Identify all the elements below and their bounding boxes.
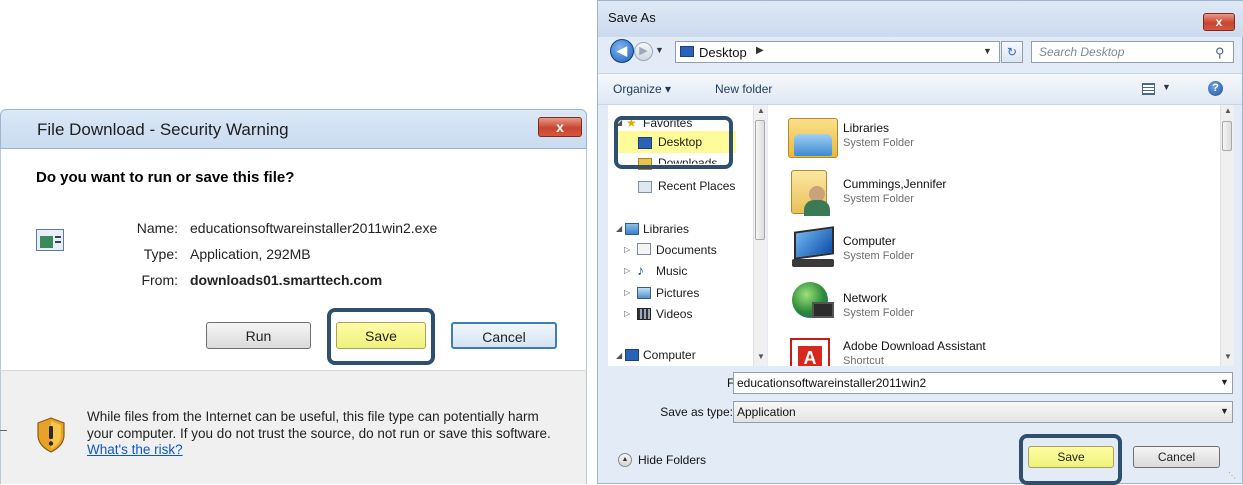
expand-arrow-icon[interactable]: ▷ (624, 245, 630, 254)
sidebar-item-pictures[interactable]: Pictures (656, 286, 699, 300)
list-item-name[interactable]: Computer (843, 234, 896, 248)
recent-locations-dropdown[interactable]: ▼ (655, 45, 664, 55)
warning-text-block: While files from the Internet can be use… (87, 409, 567, 459)
documents-icon (637, 243, 651, 255)
dialog-title: File Download - Security Warning (37, 120, 289, 139)
chevron-down-icon[interactable]: ▼ (983, 46, 992, 56)
save-button[interactable]: Save (1028, 446, 1114, 468)
security-warning-shield-icon (37, 417, 65, 453)
computer-icon (625, 349, 639, 361)
file-download-dialog: File Download - Security Warning x Do yo… (0, 109, 587, 484)
sidebar-item-documents[interactable]: Documents (656, 243, 717, 257)
collapse-arrow-icon[interactable]: ◢ (616, 224, 622, 233)
search-input[interactable]: Search Desktop ⚲ (1031, 41, 1234, 63)
title-bar: File Download - Security Warning x (0, 109, 587, 149)
title-bar: Save As x (598, 1, 1243, 37)
dialog-question: Do you want to run or save this file? (36, 169, 295, 186)
list-item-name[interactable]: Cummings,Jennifer (843, 177, 946, 191)
list-item-name[interactable]: Adobe Download Assistant (843, 339, 986, 353)
save-as-type-select[interactable]: Application (733, 401, 1233, 423)
scroll-down-icon[interactable]: ▼ (1224, 352, 1232, 361)
scrollbar-thumb[interactable] (755, 120, 765, 240)
back-button[interactable]: ◀ (610, 39, 634, 63)
sidebar-item-music[interactable]: Music (656, 264, 687, 278)
chevron-down-icon[interactable]: ▼ (1162, 82, 1171, 92)
videos-icon (637, 308, 651, 320)
scroll-up-icon[interactable]: ▲ (757, 106, 765, 115)
list-item-type: System Folder (843, 193, 914, 205)
address-breadcrumb[interactable]: Desktop (699, 45, 747, 60)
scroll-down-icon[interactable]: ▼ (757, 352, 765, 361)
cancel-button[interactable]: Cancel (1133, 446, 1220, 468)
file-name-input[interactable]: educationsoftwareinstaller2011win2 (733, 372, 1233, 394)
search-placeholder: Search Desktop (1039, 45, 1125, 59)
sidebar-item-libraries[interactable]: Libraries (643, 222, 689, 236)
from-value: downloads01.smarttech.com (190, 272, 383, 288)
cancel-button[interactable]: Cancel (451, 322, 557, 349)
list-item-type: System Folder (843, 307, 914, 319)
from-label: From: (141, 272, 178, 288)
resize-grip-icon[interactable]: ⋱ (1228, 471, 1236, 480)
file-list-scrollbar[interactable]: ▲ ▼ (1220, 105, 1234, 366)
scrollbar-thumb[interactable] (1222, 121, 1232, 151)
desktop-icon (680, 46, 694, 57)
adobe-icon: A (790, 338, 830, 366)
warning-text: While files from the Internet can be use… (87, 409, 551, 441)
list-item-type: System Folder (843, 137, 914, 149)
desktop-callout-highlight (614, 116, 733, 169)
recent-places-icon (638, 181, 652, 193)
dialog-title: Save As (608, 10, 656, 25)
name-value: educationsoftwareinstaller2011win2.exe (190, 220, 438, 236)
save-button[interactable]: Save (336, 322, 426, 349)
refresh-button[interactable]: ↻ (1001, 41, 1023, 63)
pictures-icon (637, 287, 651, 299)
chevron-right-icon[interactable]: ▶ (756, 45, 764, 56)
scroll-up-icon[interactable]: ▲ (1224, 106, 1232, 115)
list-item-name[interactable]: Libraries (843, 121, 889, 135)
computer-icon (790, 226, 836, 269)
expand-arrow-icon[interactable]: ▷ (624, 266, 630, 275)
run-button[interactable]: Run (206, 322, 311, 349)
user-folder-icon (791, 168, 835, 216)
close-button[interactable]: x (1203, 13, 1235, 31)
collapse-arrow-icon[interactable]: ◢ (616, 351, 622, 360)
close-button[interactable]: x (538, 117, 582, 137)
list-item-type: System Folder (843, 250, 914, 262)
save-as-type-label: Save as type: (660, 405, 733, 419)
chevron-down-icon[interactable]: ▼ (1220, 377, 1229, 387)
sidebar-item-recent-places[interactable]: Recent Places (658, 179, 735, 193)
libraries-icon (625, 223, 639, 235)
network-globe-icon (790, 282, 834, 322)
sidebar-item-computer[interactable]: Computer (643, 348, 696, 362)
forward-button[interactable]: ▶ (634, 42, 653, 61)
type-value: Application, 292MB (190, 246, 311, 262)
toolbar: Organize ▾ New folder ▼ (598, 73, 1242, 105)
view-options-icon[interactable] (1142, 83, 1155, 95)
list-item-type: Shortcut (843, 355, 884, 365)
chevron-up-icon[interactable]: ▲ (618, 453, 632, 467)
navigation-scrollbar[interactable]: ▲ ▼ (753, 105, 767, 366)
sidebar-item-videos[interactable]: Videos (656, 307, 692, 321)
search-icon[interactable]: ⚲ (1215, 45, 1225, 61)
hide-folders-button[interactable]: Hide Folders (638, 453, 706, 467)
list-item-name[interactable]: Network (843, 291, 887, 305)
application-file-icon (36, 229, 64, 251)
help-button[interactable]: ? (1208, 81, 1223, 96)
save-as-dialog: Save As x ◀ ▶ ▼ Desktop ▶ ▼ ↻ Search Des… (597, 0, 1243, 485)
libraries-folder-icon (788, 114, 838, 160)
name-label: Name: (136, 220, 178, 236)
chevron-down-icon[interactable]: ▼ (1220, 406, 1229, 416)
type-label: Type: (143, 246, 178, 262)
music-icon: ♪ (637, 262, 644, 278)
organize-menu-button[interactable]: Organize ▾ (613, 82, 671, 96)
divider (0, 430, 7, 431)
new-folder-button[interactable]: New folder (715, 82, 772, 96)
whats-the-risk-link[interactable]: What's the risk? (87, 442, 183, 457)
address-bar[interactable]: Desktop ▶ ▼ (675, 41, 1000, 63)
expand-arrow-icon[interactable]: ▷ (624, 309, 630, 318)
expand-arrow-icon[interactable]: ▷ (624, 288, 630, 297)
